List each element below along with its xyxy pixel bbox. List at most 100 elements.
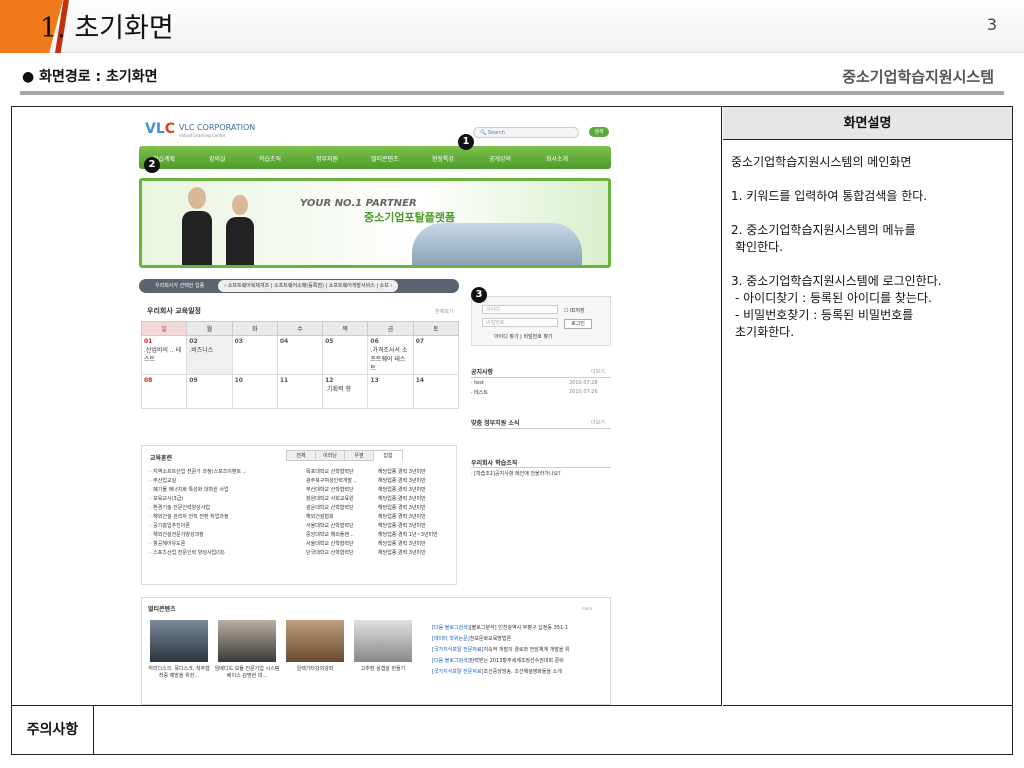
password-input[interactable]: 비밀번호	[482, 318, 558, 327]
training-row[interactable]: · 보육교사(3급) 창원대학교 사회교육원 해당업종 경력 3년미만	[150, 495, 454, 504]
training-row[interactable]: · 항공해어유도론 서울대학교 산학협력단 해당업종 경력 3년미만	[150, 540, 454, 549]
weekday: 화	[231, 321, 278, 336]
training-condition: 해당업종 경력 3년미만	[378, 541, 426, 547]
calendar-title: 우리회사 교육일정	[147, 307, 201, 315]
nav-item[interactable]: 공개강의	[489, 154, 511, 163]
training-row[interactable]: · 폐기물 에너지화 특성화 대학원 사업 부산대학교 산학협력단 해당업종 경력 …	[150, 486, 454, 495]
description-panel: 화면설명 중소기업학습지원시스템의 메인화면 1. 키워드를 입력하여 통합검색…	[723, 107, 1012, 706]
search-input[interactable]: 🔍 Search	[473, 127, 579, 138]
day-event[interactable]: .산업비의 .. 테스트	[144, 345, 184, 363]
calendar-day[interactable]: 12 .기획력 향	[322, 374, 369, 409]
calendar-day[interactable]: 02 .비즈니스	[186, 335, 233, 375]
training-row[interactable]: · 해외건설전문가양성과정 중앙대학교 해외플랜 .. 해당업종 경력 1년~3년미…	[150, 531, 454, 540]
save-id-checkbox[interactable]: ☐ ID저장	[564, 307, 585, 314]
page-number: 3	[986, 15, 997, 34]
tab-all[interactable]: 전체	[286, 450, 316, 461]
notice-item[interactable]: · test 2010.07.28	[471, 380, 611, 386]
notice-more-link[interactable]: 더보기	[591, 368, 605, 375]
calendar-day[interactable]: 04	[276, 335, 324, 375]
partner-list[interactable]: ‹ 소프트웨어복제개조 | 소프트웨어소매(등록점) | 소프트웨어개발서비스 …	[218, 280, 399, 292]
divider	[471, 377, 611, 378]
news-item[interactable]: [다음 블로그검색][블로그분석] 인천광역시 부평구 십정동 351-1	[432, 624, 610, 631]
partner-bar[interactable]: 우리회사가 선택한 업종 ‹ 소프트웨어복제개조 | 소프트웨어소매(등록점) |…	[139, 279, 459, 293]
video-caption[interactable]: 허리디스크, 목디스크, 척추협착증 예방을 위한...	[146, 666, 212, 680]
news-text: [블로그분석] 인천광역시 부평구 십정동 351-1	[469, 625, 569, 631]
video-thumbnail[interactable]	[218, 620, 276, 662]
spec-table: VLC VLC CORPORATION Virtual Learning Cen…	[11, 106, 1013, 755]
calendar-day[interactable]: 11	[276, 374, 324, 409]
notice-item-title: · test	[471, 380, 484, 386]
day-event[interactable]: .가격조사서 소프트웨어 테스트	[370, 345, 410, 372]
schedule-calendar: 일 월 화 수 목 금 토 01 .산업비의 .. 테스트 02 .비즈니스 03 …	[140, 321, 460, 409]
video-thumbnail[interactable]	[150, 620, 208, 662]
training-name: · 해외건설 관리자 전직 전환 취업과정	[150, 514, 229, 520]
calendar-day[interactable]: 09	[186, 374, 233, 409]
calendar-day[interactable]: 01 .산업비의 .. 테스트	[140, 335, 188, 375]
training-row[interactable]: · 환경기술 전문인력양성사업 광운대학교 산학협력단 해당업종 경력 3년미만	[150, 504, 454, 513]
video-caption[interactable]: 일렉기타강의강좌	[282, 666, 348, 673]
description-item-3-sub-1: - 아이디찾기 : 등록된 아이디를 찾는다.	[735, 291, 932, 305]
calendar-day[interactable]: 05	[322, 335, 369, 375]
training-row[interactable]: · 지역소프트산업 전문가 과정(스포츠이벤트 .. 목포대학교 산학협력단 해당업…	[150, 468, 454, 477]
news-item[interactable]: [다음 블로그검색]탄력받는 2013황주세계조정선수권대회 준비	[432, 657, 610, 664]
training-row[interactable]: · 공기흡입추진이론 서울대학교 산학협력단 해당업종 경력 3년미만	[150, 522, 454, 531]
calendar-day[interactable]: 10	[231, 374, 278, 409]
day-event[interactable]: .기획력 향	[325, 384, 365, 393]
site-logo[interactable]: VLC	[145, 121, 175, 137]
news-item[interactable]: [국가지식포탈 전문자료]조선중앙방송, 조선해설영화들을 소개	[432, 668, 610, 675]
day-number: 03	[234, 338, 243, 345]
day-event[interactable]: .비즈니스	[189, 345, 229, 354]
calendar-day[interactable]: 14	[412, 374, 460, 409]
video-thumbnail[interactable]	[354, 620, 412, 662]
calendar-day[interactable]: 06 .가격조사서 소프트웨어 테스트	[367, 335, 414, 375]
nav-item[interactable]: 멀티콘텐츠	[371, 154, 399, 163]
news-item[interactable]: [국가지식포탈 전문자료]지속적 개발의 경로와 전담체계 개발을 위	[432, 646, 610, 653]
day-number: 06	[370, 338, 379, 345]
banner-city	[412, 223, 582, 265]
training-name: · 환경기술 전문인력양성사업	[150, 505, 210, 511]
video-caption[interactable]: 임베디드 모듈 전문기업 시스템베이스 김명현 대...	[214, 666, 280, 680]
divider	[20, 91, 1004, 95]
description-header: 화면설명	[723, 107, 1012, 140]
news-item[interactable]: [데이터 학위논문]천보문화교육방법론	[432, 635, 610, 642]
description-item-3: 3. 중소기업학습지원시스템에 로그인한다. - 아이디찾기 : 등록된 아이디를…	[731, 273, 1006, 341]
nav-item[interactable]: 강의실	[209, 154, 226, 163]
calendar-day[interactable]: 08	[140, 374, 188, 409]
description-item-2: 2. 중소기업학습지원시스템의 메뉴를 확인한다.	[731, 222, 1006, 256]
main-banner[interactable]: YOUR NO.1 PARTNER 중소기업포탈플랫폼	[139, 178, 611, 268]
notice-item[interactable]: · 테스트 2010.07.26	[471, 389, 611, 396]
calendar-day[interactable]: 07	[412, 335, 460, 375]
gov-more-link[interactable]: 더보기	[591, 419, 605, 426]
tab-elearning[interactable]: 이러닝	[315, 450, 345, 461]
multimedia-box: 멀티콘텐츠 more 허리디스크, 목디스크, 척추협착증 예방을 위한... …	[141, 597, 611, 705]
training-row[interactable]: · 해외건설 관리자 전직 전환 취업과정 해외건설협회 해당업종 경력 3년미만	[150, 513, 454, 522]
calendar-day[interactable]: 13	[367, 374, 414, 409]
weekday: 금	[367, 321, 414, 336]
calendar-day[interactable]: 03	[231, 335, 278, 375]
nav-item[interactable]: 회사소개	[546, 154, 568, 163]
training-name: · 해외건설전문가양성과정	[150, 532, 204, 538]
video-thumbnail[interactable]	[286, 620, 344, 662]
training-org: 서울대학교 산학협력단	[306, 523, 354, 529]
training-row[interactable]: · 주산업교실 광주북구여성인력개발 .. 해당업종 경력 3년미만	[150, 477, 454, 486]
tab-mail[interactable]: 우편	[344, 450, 374, 461]
search-button[interactable]: 검색	[589, 127, 609, 137]
video-caption[interactable]: 고추장 삼겹살 만들기	[350, 666, 416, 673]
calendar-more-link[interactable]: 전체보기	[435, 308, 453, 315]
multimedia-more-link[interactable]: more	[582, 606, 592, 611]
study-group-item[interactable]: · [학습조1]공지사항 메인에 안올라가나요?	[471, 470, 611, 477]
day-number: 10	[234, 377, 243, 384]
training-org: 해외건설협회	[306, 514, 334, 520]
nav-item[interactable]: 학습조직	[259, 154, 281, 163]
notice-title: 공지사항	[471, 369, 494, 376]
nav-item[interactable]: 현장특강	[432, 154, 454, 163]
nav-item[interactable]: 정부지원	[316, 154, 338, 163]
login-button[interactable]: 로그인	[564, 319, 592, 329]
description-item-2-line-2: 확인한다.	[735, 240, 783, 254]
tab-group[interactable]: 집합	[373, 450, 403, 461]
training-name: · 주산업교실	[150, 478, 177, 484]
id-input[interactable]: 아이디	[482, 305, 558, 314]
find-account-links[interactable]: 아이디 찾기 | 비밀번호 찾기	[494, 333, 553, 340]
training-row[interactable]: · 스포츠산업 전문인력 양성사업(대) 단국대학교 산학협력단 해당업종 경력 3…	[150, 549, 454, 558]
training-name: · 공기흡입추진이론	[150, 523, 190, 529]
